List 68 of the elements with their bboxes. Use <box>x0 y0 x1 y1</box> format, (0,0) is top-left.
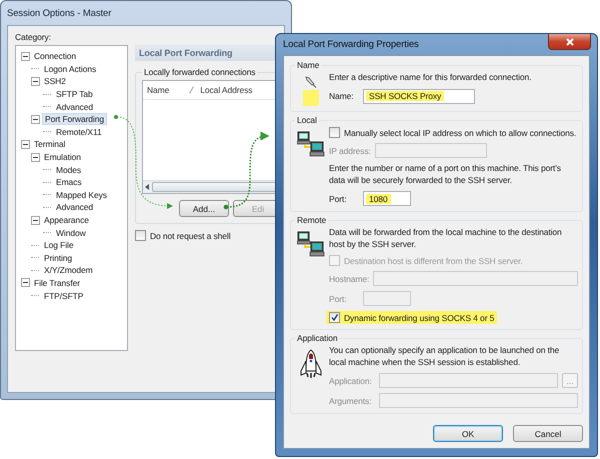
collapse-icon[interactable] <box>31 216 40 225</box>
field-label: Name: <box>329 91 355 101</box>
group-title: Name <box>296 60 320 70</box>
tree-item[interactable]: Advanced <box>54 102 96 112</box>
tree-item[interactable]: Mapped Keys <box>54 190 109 200</box>
checkbox-label: Destination host is different from the SSH server. <box>344 256 523 266</box>
text-field[interactable]: SSH SOCKS Proxy <box>363 88 475 104</box>
space-shuttle-icon <box>299 349 323 379</box>
pin-icon <box>305 76 317 88</box>
checkbox-label: Manually select local IP address on which to allow connections. <box>344 128 576 138</box>
dialog-button[interactable]: OK <box>433 425 503 442</box>
tree-item[interactable]: Printing <box>42 252 74 263</box>
checkbox[interactable] <box>329 127 340 138</box>
field-label: Port: <box>329 294 348 304</box>
description-text: You can optionally specify an application to be launched on the local machine when the SSH session is established. <box>329 345 560 368</box>
text-field[interactable]: 1080 <box>363 191 411 206</box>
group-title: Application <box>296 333 338 343</box>
window-title: Session Options - Master <box>7 8 112 18</box>
column-header[interactable]: Name <box>147 85 170 95</box>
tree-item[interactable]: Advanced <box>54 202 96 212</box>
sort-indicator-icon <box>189 86 194 94</box>
computers-icon <box>297 131 325 157</box>
tree-item[interactable]: X/Y/Zmodem <box>42 265 95 276</box>
dialog-button[interactable]: Cancel <box>513 425 583 442</box>
dialog-button[interactable]: Add... <box>179 200 229 217</box>
tree-item[interactable]: SFTP Tab <box>54 89 95 100</box>
field-label: IP address: <box>329 146 371 156</box>
tree-item[interactable]: Modes <box>54 164 84 175</box>
tree-item[interactable]: File Transfer <box>32 278 82 288</box>
tree-item[interactable]: Log File <box>42 240 76 250</box>
description-text: Enter a descriptive name for this forwarded connection. <box>329 72 532 84</box>
tree-item[interactable]: Emacs <box>54 177 84 188</box>
collapse-icon[interactable] <box>21 52 30 61</box>
checkbox-label: Dynamic forwarding using SOCKS 4 or 5 <box>344 312 494 322</box>
checkbox[interactable] <box>329 312 340 323</box>
field-label: Application: <box>329 376 373 386</box>
tree-item[interactable]: Window <box>54 228 88 238</box>
tree-item[interactable]: Emulation <box>42 152 83 162</box>
tree-item[interactable]: Remote/X11 <box>54 126 104 137</box>
tree-item[interactable]: Terminal <box>32 139 68 150</box>
highlight-marker <box>303 90 319 106</box>
tree-item[interactable]: Connection <box>32 51 78 62</box>
field-label: Hostname: <box>329 274 370 284</box>
collapse-icon[interactable] <box>31 76 40 86</box>
computers-icon <box>297 231 325 257</box>
checkbox[interactable] <box>135 230 146 241</box>
tree-item[interactable]: Logon Actions <box>42 64 98 74</box>
checkbox-label: Do not request a shell <box>150 230 230 240</box>
group-title: Local <box>296 115 318 125</box>
description-text: Data will be forwarded from the local machine to the destination host by the SSH server. <box>329 227 563 250</box>
group-title: Locally forwarded connections <box>143 67 256 77</box>
scroll-left-icon[interactable] <box>145 184 149 190</box>
field-label: Arguments: <box>329 396 372 406</box>
description-text: Enter the number or name of a port on this machine. This port's data will be securely forwarded to the SSH server. <box>329 163 562 186</box>
tree-item[interactable]: Port Forwarding <box>42 113 107 126</box>
close-icon <box>566 38 574 46</box>
collapse-icon[interactable] <box>21 140 30 149</box>
tree-item[interactable]: SSH2 <box>42 76 68 86</box>
close-button[interactable] <box>548 34 591 50</box>
field-label: Port: <box>329 194 348 204</box>
collapse-icon[interactable] <box>31 114 40 124</box>
category-label: Category: <box>15 32 52 42</box>
collapse-icon[interactable] <box>31 152 40 162</box>
tree-item[interactable]: FTP/SFTP <box>42 290 86 301</box>
group-title: Remote <box>296 215 328 225</box>
collapse-icon[interactable] <box>21 278 30 288</box>
tree-item[interactable]: Appearance <box>42 215 91 226</box>
column-header[interactable]: Local Address <box>200 85 252 95</box>
